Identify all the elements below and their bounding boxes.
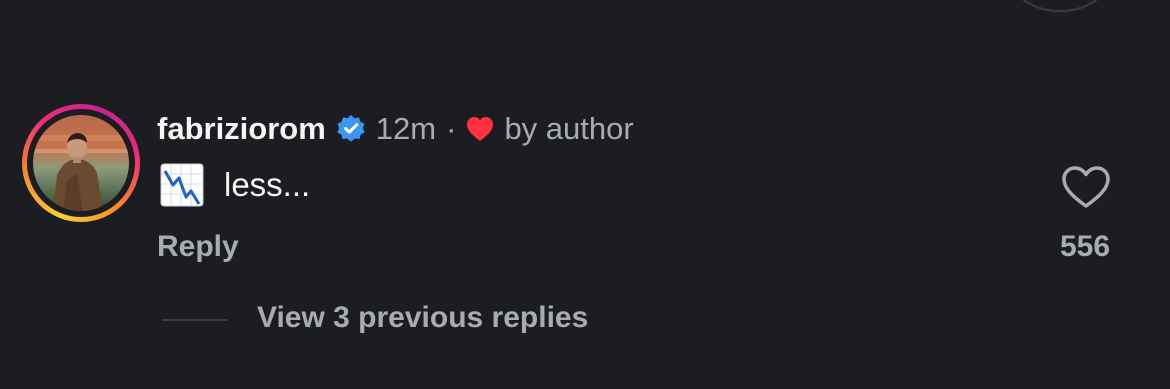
heart-outline-icon[interactable] xyxy=(1060,164,1112,215)
comment-time: 12m xyxy=(375,111,437,146)
avatar[interactable] xyxy=(22,104,140,222)
comment-view: fabriziorom 12m · by author less... Repl… xyxy=(0,0,1170,389)
comment-meta: fabriziorom 12m · by author xyxy=(157,108,634,150)
heart-filled-icon xyxy=(466,116,494,142)
comment-body: less... xyxy=(160,162,310,208)
avatar-photo xyxy=(33,115,129,211)
verified-badge-icon xyxy=(336,114,366,144)
replies-divider xyxy=(162,319,228,321)
meta-separator: · xyxy=(446,111,457,146)
partial-avatar-above xyxy=(1010,0,1110,12)
view-replies-button[interactable]: View 3 previous replies xyxy=(257,301,588,335)
username[interactable]: fabriziorom xyxy=(157,111,326,147)
chart-decreasing-icon xyxy=(160,163,204,207)
liked-by-author-label: by author xyxy=(504,111,634,146)
reply-button[interactable]: Reply xyxy=(157,230,239,264)
comment-text: less... xyxy=(224,166,311,203)
like-count: 556 xyxy=(1059,230,1111,263)
